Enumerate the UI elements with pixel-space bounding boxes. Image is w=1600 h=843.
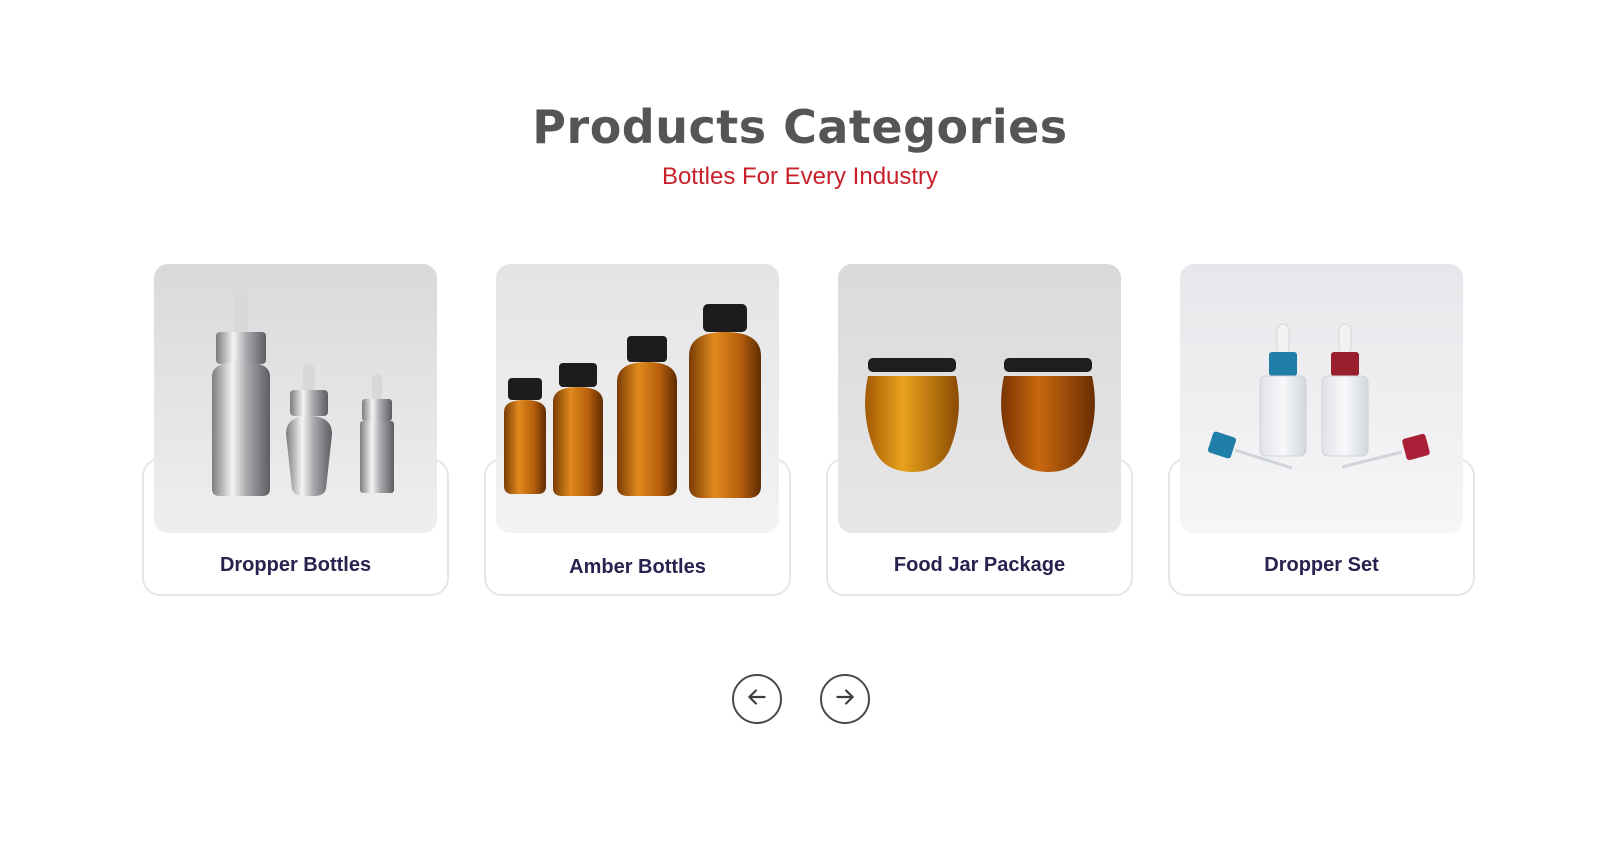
carousel-next-button[interactable] [820,674,870,724]
category-label[interactable]: Dropper Bottles [142,554,449,577]
arrow-right-icon [832,684,858,715]
category-card-dropper-set[interactable]: Dropper Set [1168,258,1475,596]
category-card-amber-bottles[interactable]: Amber Bottles [484,258,791,596]
category-card-food-jar-package[interactable]: Food Jar Package [826,258,1133,596]
category-image[interactable] [496,264,779,533]
section-subtitle: Bottles For Every Industry [661,163,939,190]
category-image[interactable] [154,264,437,533]
carousel-prev-button[interactable] [732,674,782,724]
category-label[interactable]: Dropper Set [1168,554,1475,577]
category-label[interactable]: Food Jar Package [826,554,1133,577]
category-label[interactable]: Amber Bottles [484,556,791,579]
arrow-left-icon [744,684,770,715]
category-image[interactable] [1180,264,1463,533]
category-card-dropper-bottles[interactable]: Dropper Bottles [142,258,449,596]
category-image[interactable] [838,264,1121,533]
section-title: Products Categories [532,100,1068,154]
